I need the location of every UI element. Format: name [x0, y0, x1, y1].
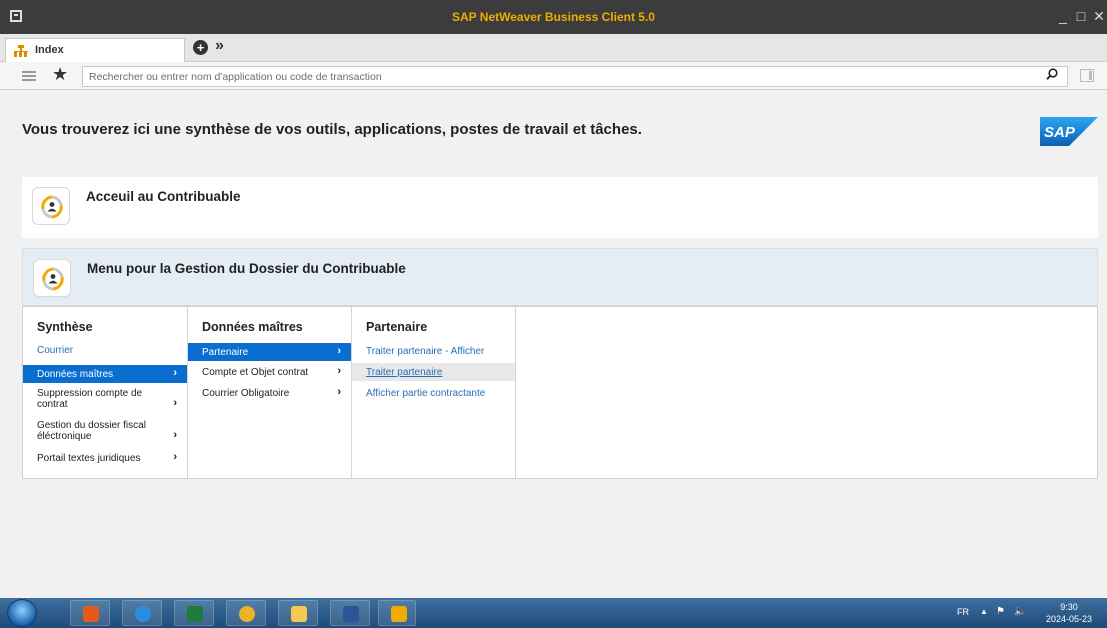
tile-menu-gestion-dossier[interactable]: Menu pour la Gestion du Dossier du Contr… — [22, 248, 1098, 306]
chevron-right-icon: › — [337, 345, 341, 357]
chevron-right-icon: › — [173, 397, 177, 409]
menu-item-compte-objet-contrat[interactable]: Compte et Objet contrat › — [188, 365, 351, 379]
sap-logo: SAP — [1040, 117, 1098, 146]
menu-item-suppression-compte[interactable]: Suppression compte de contrat › — [23, 388, 187, 410]
maximize-button[interactable]: □ — [1072, 8, 1090, 24]
taskbar-file-explorer[interactable] — [278, 600, 318, 626]
tab-label: Index — [35, 44, 64, 56]
menu-column-synthese: Synthèse Courrier Données maîtres › Supp… — [23, 307, 188, 478]
chevron-right-icon: › — [173, 367, 177, 379]
page-headline: Vous trouverez ici une synthèse de vos o… — [22, 121, 642, 138]
side-menu-icon[interactable] — [22, 71, 36, 81]
column-title: Partenaire — [366, 320, 428, 334]
menu-item-partenaire[interactable]: Partenaire › — [188, 343, 351, 361]
close-button[interactable]: ✕ — [1090, 8, 1107, 25]
svg-text:SAP: SAP — [1044, 124, 1076, 141]
menu-column-partenaire: Partenaire Traiter partenaire - Afficher… — [352, 307, 516, 478]
menu-item-donnees-maitres[interactable]: Données maîtres › — [23, 365, 187, 383]
taskbar-sap-business-client[interactable] — [378, 600, 416, 626]
clock-time: 9:30 — [1060, 602, 1078, 612]
tab-bar: Index + » — [0, 34, 1107, 62]
menu-item-portail-textes[interactable]: Portail textes juridiques › — [23, 451, 187, 465]
clock[interactable]: 9:30 2024-05-23 — [1039, 601, 1099, 625]
column-title: Données maîtres — [202, 320, 303, 334]
search-icon[interactable] — [1046, 68, 1058, 80]
title-bar: SAP NetWeaver Business Client 5.0 _ □ ✕ — [0, 0, 1107, 34]
taskbar-app-1[interactable] — [70, 600, 110, 626]
language-indicator[interactable]: FR — [957, 607, 969, 617]
add-tab-icon[interactable]: + — [193, 40, 208, 55]
start-button[interactable] — [7, 599, 37, 627]
chevron-right-icon: › — [173, 451, 177, 463]
tray-expand-icon[interactable]: ▲ — [980, 607, 988, 616]
menu-column-donnees-maitres: Données maîtres Partenaire › Compte et O… — [188, 307, 352, 478]
user-sync-icon — [33, 259, 71, 297]
tile-title: Menu pour la Gestion du Dossier du Contr… — [87, 261, 406, 276]
tab-index[interactable]: Index — [5, 38, 185, 62]
chevron-right-icon: › — [337, 365, 341, 377]
clock-date: 2024-05-23 — [1045, 614, 1093, 624]
column-title: Synthèse — [37, 320, 93, 334]
menu-item-courrier-obligatoire[interactable]: Courrier Obligatoire › — [188, 386, 351, 400]
windows-taskbar: FR ▲ ⚑ 🔈 9:30 2024-05-23 — [0, 598, 1107, 628]
command-bar: ★ — [0, 62, 1107, 90]
tile-title: Acceuil au Contribuable — [86, 189, 241, 204]
taskbar-excel[interactable] — [174, 600, 214, 626]
window-title: SAP NetWeaver Business Client 5.0 — [452, 10, 655, 24]
user-sync-icon — [32, 187, 70, 225]
chevron-right-icon: › — [173, 429, 177, 441]
taskbar-internet-explorer[interactable] — [122, 600, 162, 626]
taskbar-chrome[interactable] — [226, 600, 266, 626]
menu-item-afficher-partie-contractante[interactable]: Afficher partie contractante — [352, 388, 515, 399]
volume-muted-icon[interactable]: 🔈 — [1014, 606, 1026, 617]
menu-item-gestion-dossier-fiscal[interactable]: Gestion du dossier fiscal éléctronique › — [23, 420, 187, 442]
menu-item-traiter-partenaire-afficher[interactable]: Traiter partenaire - Afficher — [352, 346, 515, 357]
taskbar-word[interactable] — [330, 600, 370, 626]
side-panel-icon[interactable] — [1080, 69, 1094, 82]
tile-acceuil-contribuable[interactable]: Acceuil au Contribuable — [22, 177, 1098, 238]
minimize-button[interactable]: _ — [1054, 8, 1072, 24]
navigation-menu-panel: Synthèse Courrier Données maîtres › Supp… — [22, 306, 1098, 479]
more-tabs-icon[interactable]: » — [215, 37, 224, 55]
menu-item-traiter-partenaire[interactable]: Traiter partenaire — [352, 363, 515, 381]
search-input[interactable] — [82, 66, 1068, 87]
sitemap-icon — [14, 45, 28, 57]
favorites-star-icon[interactable]: ★ — [52, 64, 68, 85]
chevron-right-icon: › — [337, 386, 341, 398]
system-tray: FR ▲ ⚑ 🔈 9:30 2024-05-23 — [950, 598, 1107, 628]
action-center-flag-icon[interactable]: ⚑ — [996, 606, 1005, 617]
menu-item-courrier[interactable]: Courrier — [23, 345, 187, 356]
